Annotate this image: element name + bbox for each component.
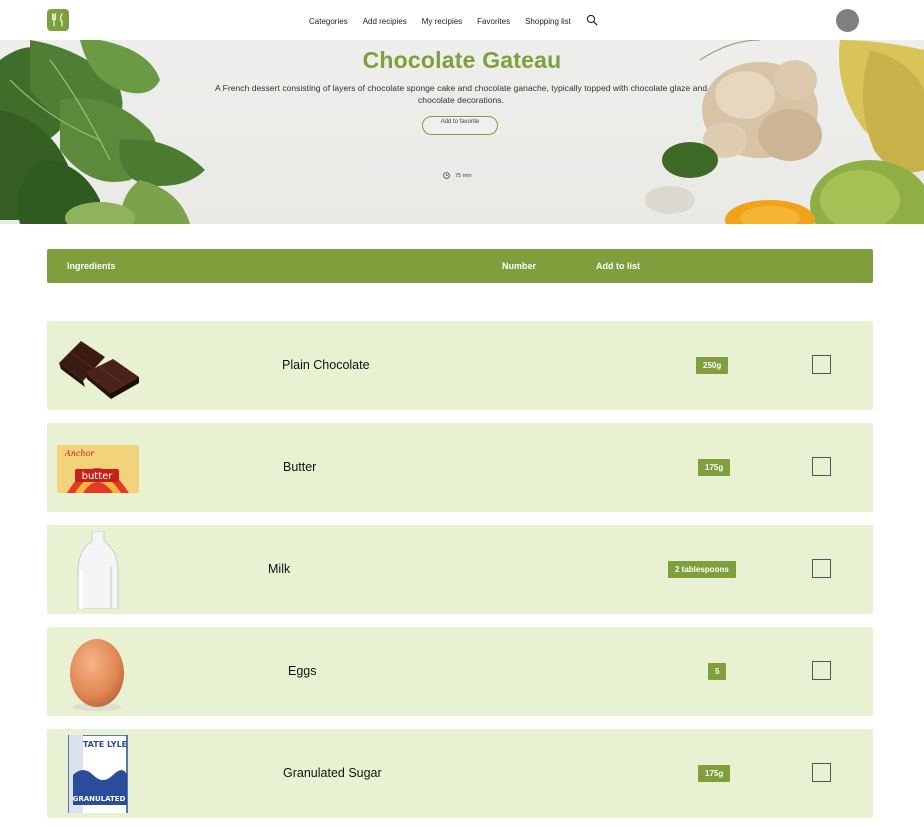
add-to-list-checkbox[interactable] xyxy=(812,763,831,782)
avatar[interactable] xyxy=(836,9,859,32)
ingredient-row: Eggs 5 xyxy=(47,627,873,716)
milk-image xyxy=(77,531,119,609)
sugar-image: TATE LYLE GRANULATED xyxy=(68,735,128,813)
butter-label-text: butter xyxy=(82,471,114,482)
ingredient-row: Plain Chocolate 250g xyxy=(47,321,873,410)
ingredient-quantity: 175g xyxy=(698,459,731,476)
add-to-list-checkbox[interactable] xyxy=(812,457,831,476)
search-icon[interactable] xyxy=(586,14,598,26)
ingredient-name: Granulated Sugar xyxy=(283,766,382,780)
recipe-description: A French dessert consisting of layers of… xyxy=(214,83,708,105)
nav-favorites[interactable]: Favorites xyxy=(477,17,510,26)
nav-shopping-list[interactable]: Shopping list xyxy=(525,17,571,26)
sugar-brand-text: TATE LYLE xyxy=(83,740,127,749)
ingredient-quantity: 175g xyxy=(698,765,731,782)
nav-my-recipies[interactable]: My recipies xyxy=(422,17,462,26)
ingredient-name: Butter xyxy=(283,460,317,474)
ingredient-name: Eggs xyxy=(288,664,317,678)
ingredient-row: TATE LYLE GRANULATED Granulated Sugar 17… xyxy=(47,729,873,818)
add-to-list-checkbox[interactable] xyxy=(812,559,831,578)
cook-time-value: 75 min xyxy=(455,172,472,179)
nav-categories[interactable]: Categories xyxy=(309,17,348,26)
header-number: Number xyxy=(502,261,537,271)
clock-icon xyxy=(443,172,450,179)
add-to-list-checkbox[interactable] xyxy=(812,355,831,374)
nav-links: Categories Add recipies My recipies Favo… xyxy=(309,14,598,27)
ingredient-quantity: 250g xyxy=(696,357,729,374)
add-to-favorite-button[interactable]: Add to favorite xyxy=(422,116,498,135)
top-nav: Categories Add recipies My recipies Favo… xyxy=(0,0,924,40)
butter-brand-text: Anchor xyxy=(64,449,95,458)
sugar-label-text: GRANULATED xyxy=(73,795,126,803)
ingredient-quantity: 2 tablespoons xyxy=(668,561,736,578)
ingredient-row: Anchor butter Butter 175g xyxy=(47,423,873,512)
ingredient-name: Milk xyxy=(268,562,291,576)
butter-image: Anchor butter xyxy=(57,445,139,493)
ingredient-row: Milk 2 tablespoons xyxy=(47,525,873,614)
ingredient-name: Plain Chocolate xyxy=(282,358,370,372)
ingredient-quantity: 5 xyxy=(708,663,727,680)
cook-time: 75 min xyxy=(443,172,472,179)
ingredients-table-header: Ingredients Number Add to list xyxy=(47,249,873,283)
recipe-title: Chocolate Gateau xyxy=(362,47,562,73)
egg-image xyxy=(70,639,124,711)
chocolate-image xyxy=(59,341,139,399)
nav-add-recipies[interactable]: Add recipies xyxy=(363,17,407,26)
header-ingredients: Ingredients xyxy=(67,261,116,271)
add-to-list-checkbox[interactable] xyxy=(812,661,831,680)
header-add-to-list: Add to list xyxy=(596,261,640,271)
logo-fork-knife-icon[interactable] xyxy=(47,9,69,31)
hero-banner: Chocolate Gateau A French dessert consis… xyxy=(0,40,924,224)
